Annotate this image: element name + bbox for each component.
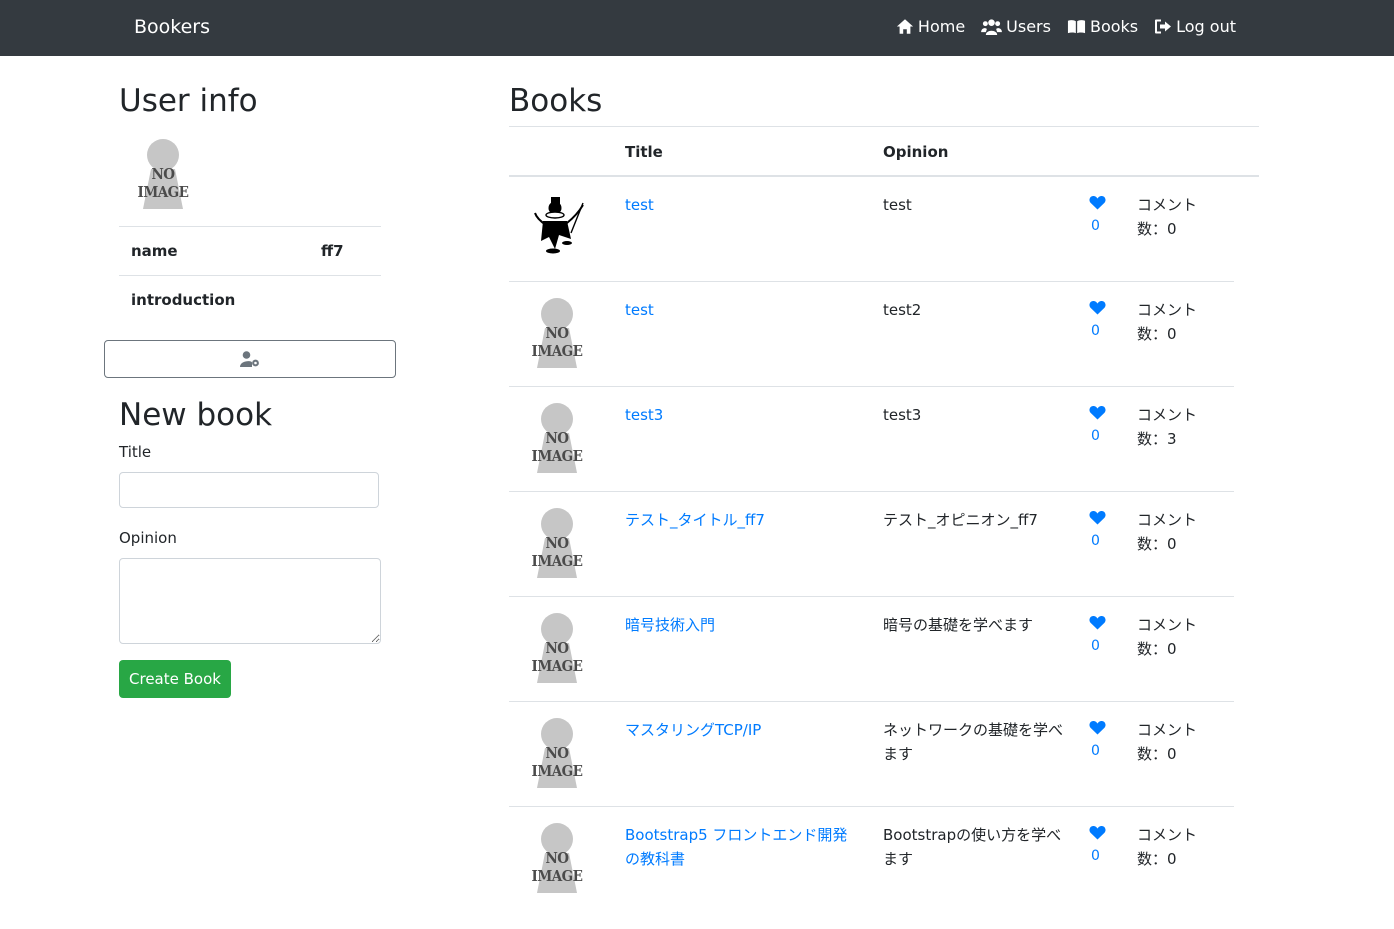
book-row: NO IMAGE test3 test3 0 コメント数：3 (509, 387, 1234, 492)
no-image-text: NO IMAGE (531, 429, 583, 465)
new-book-heading: New book (119, 397, 273, 433)
favorite-count[interactable]: 0 (1091, 427, 1100, 445)
book-cover-image[interactable]: NO IMAGE (519, 611, 595, 687)
heart-icon[interactable] (1089, 720, 1106, 735)
nav-logout[interactable]: Log out (1154, 17, 1236, 36)
favorite-count[interactable]: 0 (1091, 742, 1100, 760)
navbar: Bookers Home Users Books Log out (0, 0, 1394, 56)
book-title-link[interactable]: マスタリングTCP/IP (625, 718, 861, 742)
nav-users-label: Users (1006, 17, 1051, 36)
book-title-link[interactable]: 暗号技術入門 (625, 613, 861, 637)
book-row: NO IMAGE マスタリングTCP/IP ネットワークの基礎を学べます 0 コ… (509, 702, 1234, 807)
nav-books[interactable]: Books (1067, 17, 1138, 36)
book-title-link[interactable]: test3 (625, 403, 861, 427)
comment-count: コメント数：0 (1137, 616, 1198, 658)
nav-links: Home Users Books Log out (896, 17, 1236, 36)
title-column-header: Title (625, 143, 663, 161)
brand-link[interactable]: Bookers (134, 16, 210, 38)
book-title-link[interactable]: test (625, 298, 861, 322)
create-book-button[interactable]: Create Book (119, 660, 231, 698)
title-input[interactable] (119, 472, 379, 508)
book-cover-image[interactable] (525, 191, 595, 265)
book-row: NO IMAGE Bootstrap5 フロントエンド開発の教科書 Bootst… (509, 807, 1234, 911)
favorite-count[interactable]: 0 (1091, 322, 1100, 340)
user-info-heading: User info (119, 83, 258, 119)
no-image-text: NO IMAGE (531, 744, 583, 780)
book-title-link[interactable]: テスト_タイトル_ff7 (625, 508, 861, 532)
heart-icon[interactable] (1089, 825, 1106, 840)
edit-profile-button[interactable] (104, 340, 396, 378)
favorite-count[interactable]: 0 (1091, 637, 1100, 655)
book-opinion: Bootstrapの使い方を学べます (883, 826, 1062, 868)
user-info-row: introduction (119, 275, 381, 324)
no-image-text: NO IMAGE (531, 324, 583, 360)
nav-home-label: Home (917, 17, 966, 36)
heart-icon[interactable] (1089, 405, 1106, 420)
book-opinion: test3 (883, 406, 922, 424)
book-title-link[interactable]: test (625, 193, 861, 217)
heart-icon[interactable] (1089, 195, 1106, 210)
no-image-text: NO IMAGE (531, 534, 583, 570)
name-label: name (119, 226, 309, 276)
book-opinion: test2 (883, 301, 922, 319)
books-table: Title Opinion test test 0 コメント数：0 NO IMA… (509, 126, 1259, 911)
no-image-text: NO IMAGE (531, 639, 583, 675)
books-heading: Books (509, 83, 603, 119)
comment-count: コメント数：0 (1137, 196, 1198, 238)
users-icon (981, 19, 1003, 35)
profile-image: NO IMAGE (125, 137, 201, 213)
book-cover-image[interactable]: NO IMAGE (519, 296, 595, 372)
opinion-column-header: Opinion (883, 143, 949, 161)
book-opinion: test (883, 196, 912, 214)
book-row: NO IMAGE 暗号技術入門 暗号の基礎を学べます 0 コメント数：0 (509, 597, 1234, 702)
books-table-header: Title Opinion (509, 127, 1259, 177)
home-icon (896, 19, 914, 34)
book-opinion: ネットワークの基礎を学べます (883, 721, 1064, 763)
book-opinion: 暗号の基礎を学べます (883, 616, 1034, 634)
comment-count: コメント数：0 (1137, 301, 1198, 343)
user-cog-icon (240, 351, 259, 367)
name-value: ff7 (309, 226, 381, 276)
introduction-value (309, 275, 381, 324)
book-title-link[interactable]: Bootstrap5 フロントエンド開発の教科書 (625, 823, 861, 871)
book-row: test test 0 コメント数：0 (509, 177, 1234, 282)
opinion-label: Opinion (119, 529, 177, 547)
heart-icon[interactable] (1089, 615, 1106, 630)
comment-count: コメント数：0 (1137, 511, 1198, 553)
nav-users[interactable]: Users (981, 17, 1051, 36)
opinion-textarea[interactable] (119, 558, 381, 644)
user-info-table: name ff7 introduction (119, 226, 381, 324)
comment-count: コメント数：0 (1137, 826, 1198, 868)
comment-count: コメント数：3 (1137, 406, 1198, 448)
nav-home[interactable]: Home (896, 17, 965, 36)
book-opinion: テスト_オピニオン_ff7 (883, 511, 1038, 529)
no-image-text: NO IMAGE (531, 849, 583, 885)
sign-out-icon (1155, 19, 1172, 34)
book-cover-image[interactable]: NO IMAGE (519, 506, 595, 582)
favorite-count[interactable]: 0 (1091, 847, 1100, 865)
favorite-count[interactable]: 0 (1091, 532, 1100, 550)
title-label: Title (119, 443, 152, 461)
favorite-count[interactable]: 0 (1091, 217, 1100, 235)
book-row: NO IMAGE test test2 0 コメント数：0 (509, 282, 1234, 387)
introduction-label: introduction (119, 275, 309, 324)
nav-logout-label: Log out (1176, 17, 1236, 36)
comment-count: コメント数：0 (1137, 721, 1198, 763)
book-cover-image[interactable]: NO IMAGE (519, 716, 595, 792)
profile-image-text: NO IMAGE (137, 165, 189, 201)
book-cover-image[interactable]: NO IMAGE (519, 401, 595, 477)
nav-books-label: Books (1089, 17, 1139, 36)
book-icon (1067, 20, 1086, 34)
heart-icon[interactable] (1089, 510, 1106, 525)
user-info-row: name ff7 (119, 226, 381, 276)
heart-icon[interactable] (1089, 300, 1106, 315)
book-cover-image[interactable]: NO IMAGE (519, 821, 595, 897)
book-row: NO IMAGE テスト_タイトル_ff7 テスト_オピニオン_ff7 0 コメ… (509, 492, 1234, 597)
